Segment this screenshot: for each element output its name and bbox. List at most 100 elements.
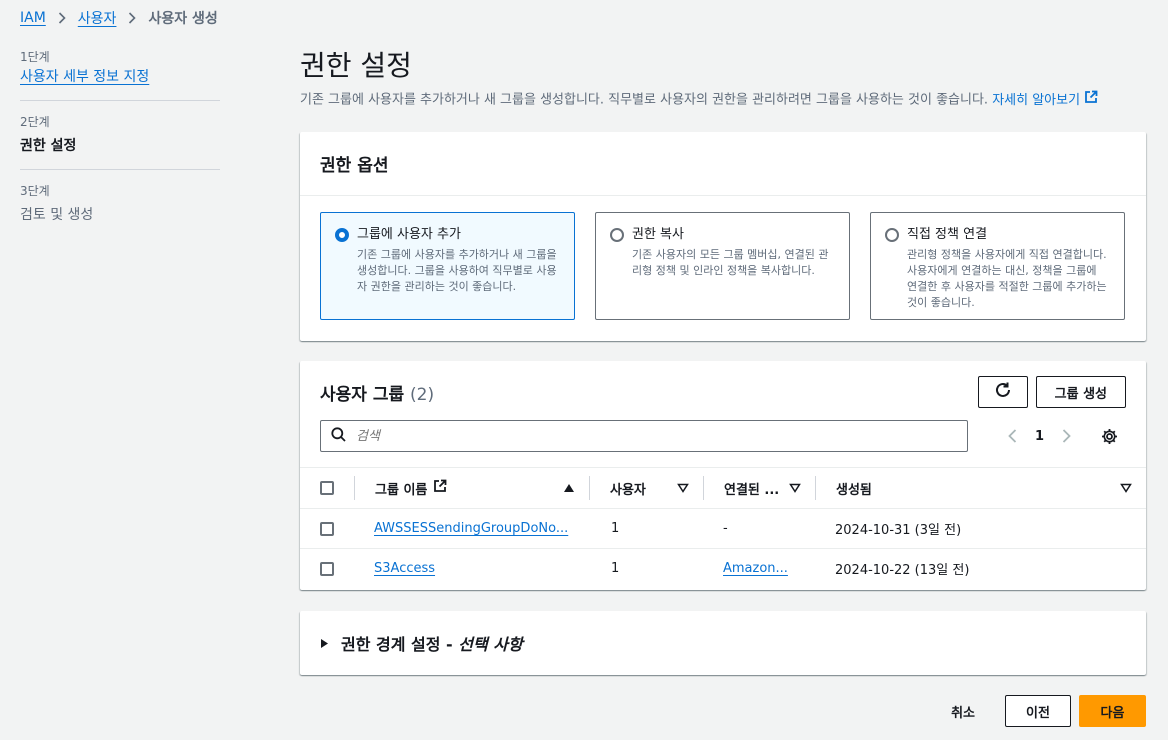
previous-button[interactable]: 이전 (1005, 695, 1071, 727)
table-row: S3Access 1 Amazon... 2024-10-22 (13일 전) (300, 549, 1146, 589)
page-description-text: 기존 그룹에 사용자를 추가하거나 새 그룹을 생성합니다. 직무별로 사용자의… (300, 92, 989, 108)
user-groups-count: (2) (410, 384, 435, 405)
breadcrumb-iam[interactable]: IAM (20, 10, 46, 26)
option-copy-permissions[interactable]: 권한 복사 기존 사용자의 모든 그룹 멤버십, 연결된 관리형 정책 및 인라… (595, 212, 850, 320)
option-description: 기존 사용자의 모든 그룹 멤버십, 연결된 관리형 정책 및 인라인 정책을 … (632, 248, 829, 277)
permission-options-list: 그룹에 사용자 추가 기존 그룹에 사용자를 추가하거나 새 그룹을 생성합니다… (300, 196, 1146, 336)
create-group-button[interactable]: 그룹 생성 (1035, 376, 1126, 408)
option-attach-policies[interactable]: 직접 정책 연결 관리형 정책을 사용자에게 직접 연결합니다. 사용자에게 연… (870, 212, 1125, 320)
main-content: 권한 설정 기존 그룹에 사용자를 추가하거나 새 그룹을 생성합니다. 직무별… (300, 46, 1146, 675)
step-number: 2단계 (20, 115, 50, 129)
chevron-right-icon[interactable] (1062, 429, 1071, 443)
group-name-cell: AWSSESSendingGroupDoNo... (354, 509, 589, 549)
wizard-steps: 1단계 사용자 세부 정보 지정 2단계 권한 설정 3단계 검토 및 생성 (20, 48, 220, 250)
wizard-footer: 취소 이전 다음 (929, 695, 1146, 727)
column-attached-policies[interactable]: 연결된 ... (703, 468, 815, 509)
user-groups-title-text: 사용자 그룹 (320, 384, 405, 405)
column-header: 생성됨 (815, 476, 1146, 500)
step-3-title: 검토 및 생성 (20, 207, 94, 223)
column-group-name-label: 그룹 이름 (375, 482, 428, 498)
option-title: 직접 정책 연결 (907, 227, 988, 242)
refresh-icon (994, 381, 1012, 403)
panel-header: 권한 옵션 (300, 132, 1146, 196)
cancel-button[interactable]: 취소 (929, 695, 997, 727)
user-groups-table: 그룹 이름 사용자 연결된 ... 생성됨 AWSSESSendingGroup… (300, 467, 1146, 589)
table-row: AWSSESSendingGroupDoNo... 1 - 2024-10-31… (300, 509, 1146, 549)
breadcrumb: IAM 사용자 사용자 생성 (20, 8, 218, 28)
sort-icon (677, 483, 689, 493)
column-created[interactable]: 생성됨 (815, 468, 1146, 509)
caret-right-icon[interactable] (320, 638, 329, 649)
column-users[interactable]: 사용자 (589, 468, 703, 509)
chevron-left-icon[interactable] (1008, 429, 1017, 443)
chevron-right-icon (58, 12, 66, 24)
current-page[interactable]: 1 (1035, 429, 1044, 444)
column-header: 사용자 (589, 476, 703, 500)
radio-unselected[interactable] (610, 228, 624, 242)
group-name-link[interactable]: S3Access (374, 561, 589, 576)
boundary-optional-text: 선택 사항 (458, 635, 523, 654)
external-link-icon (433, 479, 447, 497)
row-select-cell (300, 549, 354, 589)
page-title: 권한 설정 (300, 49, 412, 82)
step-number: 1단계 (20, 50, 50, 64)
group-name-link[interactable]: AWSSESSendingGroupDoNo... (374, 521, 589, 536)
created-cell: 2024-10-22 (13일 전) (835, 563, 970, 579)
policy-link[interactable]: Amazon... (723, 561, 815, 576)
radio-selected[interactable] (335, 228, 349, 242)
created-cell: 2024-10-31 (3일 전) (835, 523, 962, 538)
radio-unselected[interactable] (885, 228, 899, 242)
row-select-cell (300, 509, 354, 549)
learn-more-link[interactable]: 자세히 알아보기 (992, 90, 1098, 111)
option-description: 기존 그룹에 사용자를 추가하거나 새 그룹을 생성합니다. 그룹을 사용하여 … (357, 248, 557, 293)
step-1-link[interactable]: 사용자 세부 정보 지정 (20, 69, 149, 85)
search-row: 1 (300, 408, 1146, 452)
breadcrumb-current: 사용자 생성 (148, 11, 218, 27)
option-add-to-group[interactable]: 그룹에 사용자 추가 기존 그룹에 사용자를 추가하거나 새 그룹을 생성합니다… (320, 212, 575, 320)
user-groups-header: 사용자 그룹 (2) 그룹 생성 (300, 361, 1146, 408)
users-cell: 1 (611, 521, 620, 536)
step-3: 3단계 검토 및 생성 (20, 182, 220, 238)
column-header: 그룹 이름 (354, 476, 589, 500)
next-button[interactable]: 다음 (1079, 695, 1146, 727)
column-header: 연결된 ... (703, 476, 815, 500)
sort-ascending-icon (563, 483, 575, 493)
search-icon (331, 426, 346, 446)
row-checkbox[interactable] (320, 561, 334, 576)
policies-cell: Amazon... (703, 549, 815, 589)
chevron-right-icon (128, 12, 137, 24)
step-2: 2단계 권한 설정 (20, 113, 220, 170)
step-2-current: 권한 설정 (20, 138, 77, 154)
search-input[interactable] (356, 428, 936, 444)
column-group-name[interactable]: 그룹 이름 (354, 468, 589, 509)
step-1: 1단계 사용자 세부 정보 지정 (20, 48, 220, 101)
policies-cell: - (723, 521, 728, 536)
select-all-checkbox[interactable] (320, 481, 334, 495)
column-attached-label: 연결된 ... (724, 482, 780, 498)
users-cell: 1 (611, 561, 620, 577)
boundary-title-text: 권한 경계 설정 - (341, 635, 459, 654)
search-field[interactable] (320, 420, 968, 452)
external-link-icon (1084, 90, 1098, 111)
select-all-cell (300, 468, 354, 509)
table-header-row: 그룹 이름 사용자 연결된 ... 생성됨 (300, 467, 1146, 509)
option-title: 그룹에 사용자 추가 (357, 227, 461, 242)
permissions-boundary-panel[interactable]: 권한 경계 설정 - 선택 사항 (300, 611, 1146, 675)
gear-icon[interactable] (1101, 428, 1118, 445)
column-users-label: 사용자 (610, 482, 646, 498)
column-created-label: 생성됨 (836, 482, 872, 498)
row-checkbox[interactable] (320, 521, 334, 536)
permission-options-panel: 권한 옵션 그룹에 사용자 추가 기존 그룹에 사용자를 추가하거나 새 그룹을… (300, 132, 1146, 341)
refresh-button[interactable] (977, 376, 1028, 408)
page-description: 기존 그룹에 사용자를 추가하거나 새 그룹을 생성합니다. 직무별로 사용자의… (300, 90, 1146, 111)
sort-icon (789, 483, 801, 493)
permission-options-title: 권한 옵션 (320, 156, 389, 176)
user-groups-panel: 사용자 그룹 (2) 그룹 생성 검색 1 그룹 이름 사용자 연결된 ... … (300, 361, 1146, 590)
group-name-cell: S3Access (354, 549, 589, 589)
user-groups-actions: 그룹 생성 (977, 376, 1126, 408)
pagination: 1 (1008, 428, 1118, 445)
option-description: 관리형 정책을 사용자에게 직접 연결합니다. 사용자에게 연결하는 대신, 정… (907, 248, 1107, 309)
permissions-boundary-title: 권한 경계 설정 - 선택 사항 (341, 631, 523, 655)
option-title: 권한 복사 (632, 227, 684, 242)
breadcrumb-users[interactable]: 사용자 (78, 8, 117, 28)
